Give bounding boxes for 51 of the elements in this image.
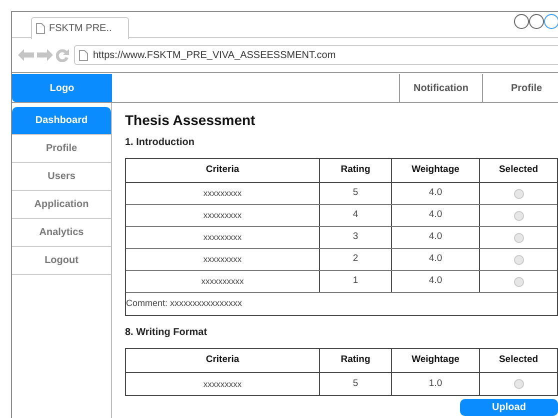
table-cell: 5 xyxy=(319,183,391,204)
table-cell-text: xxxxxxxxx xyxy=(202,231,243,244)
window-control-icon[interactable] xyxy=(514,14,529,29)
table-cell-text: xxxxxxxxx xyxy=(202,253,243,266)
page-icon xyxy=(79,50,88,60)
column-header: Selected xyxy=(479,349,557,372)
back-icon[interactable] xyxy=(18,49,34,61)
column-header: Criteria xyxy=(204,353,240,368)
upload-button[interactable]: Upload xyxy=(460,399,558,416)
page-title: Thesis Assessment xyxy=(125,111,256,129)
table-cell: 4.0 xyxy=(391,271,479,292)
table-cell: 4.0 xyxy=(391,227,479,248)
header-link[interactable]: Profile xyxy=(482,74,558,102)
radio-button[interactable] xyxy=(514,188,524,198)
comment-text: Comment: xxxxxxxxxxxxxxxx xyxy=(126,297,242,310)
radio-button[interactable] xyxy=(514,210,524,220)
column-header: Rating xyxy=(319,349,391,372)
page-icon xyxy=(36,23,45,34)
table-cell: 3 xyxy=(319,227,391,248)
table-cell: 2 xyxy=(319,249,391,270)
column-header: Weightage xyxy=(391,349,479,372)
section-heading: 8. Writing Format xyxy=(125,326,208,340)
table-cell: 1 xyxy=(319,271,391,292)
logo: Logo xyxy=(12,74,112,102)
radio-button[interactable] xyxy=(514,276,524,286)
window-control-icon[interactable] xyxy=(529,14,544,29)
table-cell-text: xxxxxxxxx xyxy=(202,378,243,391)
address-bar[interactable]: https://www.FSKTM_PRE_VIVA_ASSEESSMENT.com xyxy=(74,45,558,65)
column-header: Weightage xyxy=(391,159,479,182)
table-cell: 4.0 xyxy=(391,183,479,204)
table-cell-text: xxxxxxxxx xyxy=(202,187,243,200)
table-cell-text: xxxxxxxxxx xyxy=(200,275,245,288)
radio-button[interactable] xyxy=(514,232,524,242)
reload-icon[interactable] xyxy=(56,48,69,62)
column-header: Criteria xyxy=(204,163,240,178)
table-cell: 4.0 xyxy=(391,249,479,270)
table-cell: 5 xyxy=(319,373,391,395)
browser-tab[interactable]: FSKTM PRE.. xyxy=(31,17,129,39)
table-cell: 1.0 xyxy=(391,373,479,395)
section-heading: 1. Introduction xyxy=(125,136,196,150)
table-cell-text: xxxxxxxxx xyxy=(202,209,243,222)
forward-icon[interactable] xyxy=(37,49,53,61)
radio-button[interactable] xyxy=(514,379,524,389)
radio-button[interactable] xyxy=(514,254,524,264)
table-cell: 4.0 xyxy=(391,205,479,226)
window-control-icon[interactable] xyxy=(544,14,558,29)
column-header: Rating xyxy=(319,159,391,182)
sidebar-item[interactable]: Dashboard xyxy=(12,107,111,135)
table-cell: 4 xyxy=(319,205,391,226)
header-link[interactable]: Notification xyxy=(399,74,482,102)
column-header: Selected xyxy=(479,159,557,182)
